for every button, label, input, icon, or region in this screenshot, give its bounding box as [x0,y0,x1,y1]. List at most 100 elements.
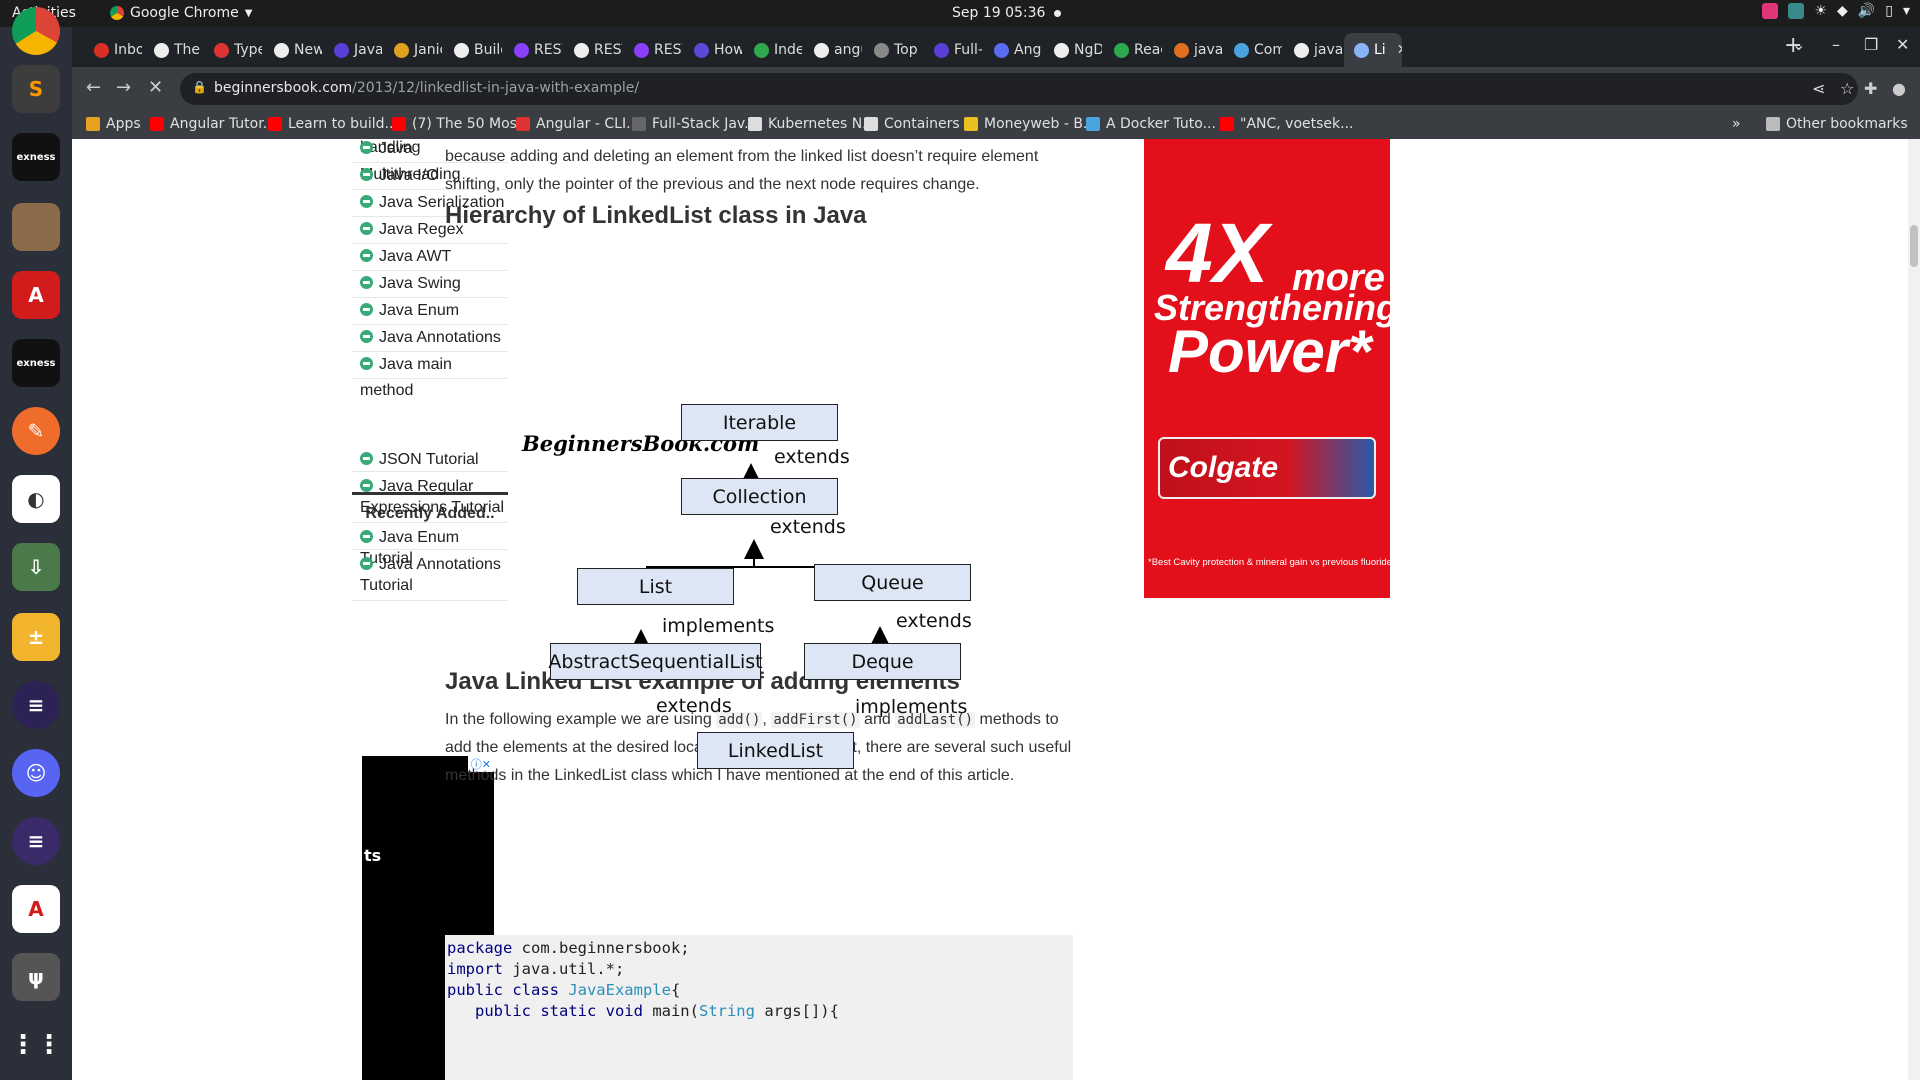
sidebar-link[interactable]: Java main method [352,352,508,399]
arrow-circle-icon [360,222,373,235]
browser-tab[interactable]: Reac [1104,33,1162,67]
discord-icon[interactable]: ☺ [12,749,60,797]
browser-tab[interactable]: Inde [744,33,802,67]
arrow-circle-icon [360,530,373,543]
bookmark-label: Angular - CLI... [536,116,640,132]
browser-tab[interactable]: The / [144,33,202,67]
arrow-circle-icon [360,195,373,208]
document-viewer-icon[interactable]: A [12,885,60,933]
browser-tab[interactable]: javas [1164,33,1222,67]
browser-tab[interactable]: Janic [384,33,442,67]
sidebar-link[interactable]: Java Swing [352,271,508,298]
chrome-dock-icon[interactable] [12,7,60,55]
downloader-icon[interactable]: ⇩ [12,543,60,591]
calculator-icon[interactable]: ± [12,613,60,661]
maximize-button[interactable]: ❐ [1864,35,1878,54]
bookmark-item[interactable]: Learn to build... [268,116,398,132]
application-dock: S exness A exness ✎ ◐ ⇩ ± ≡ ☺ ≡ A ψ ⋮⋮ [0,7,72,1080]
bookmark-item[interactable]: "ANC, voetsek... [1220,116,1353,132]
browser-tab[interactable]: Build [444,33,502,67]
browser-tab[interactable]: angu [804,33,862,67]
bookmark-item[interactable]: (7) The 50 Mos... [392,116,530,132]
scrollbar-thumb[interactable] [1910,225,1918,267]
toothpaste-image: Colgate [1158,437,1376,499]
browser-tab[interactable]: Inbo [84,33,142,67]
address-bar[interactable]: 🔒 beginnersbook.com/2013/12/linkedlist-i… [180,73,1858,105]
stop-loading-button[interactable]: ✕ [148,77,163,98]
browser-tab[interactable]: Ang [984,33,1042,67]
wifi-icon[interactable]: ◆ [1837,3,1848,19]
clock[interactable]: Sep 19 05:36 [952,5,1045,21]
book-icon[interactable] [12,203,60,251]
extensions-icon[interactable]: ✚ [1864,79,1877,98]
label-linkedlist-implements: implements [855,696,968,718]
colgate-ad[interactable]: 4X more Strengthening Power* Colgate *Be… [1144,139,1390,598]
usb-icon[interactable]: ψ [12,953,60,1001]
close-window-button[interactable]: ✕ [1896,35,1909,54]
minimize-button[interactable]: – [1832,35,1840,54]
browser-tab[interactable]: How [684,33,742,67]
code-block[interactable]: package com.beginnersbook; import java.u… [445,935,1073,1080]
exness-icon[interactable]: exness [12,133,60,181]
browser-tab[interactable]: NgD [1044,33,1102,67]
power-menu-icon[interactable]: ▾ [1903,3,1910,19]
tab-label: angu [834,42,862,58]
share-icon[interactable]: ⋖ [1812,79,1825,98]
sidebar-link[interactable]: Java Annotations [352,325,508,352]
bookmark-item[interactable]: A Docker Tuto... [1086,116,1216,132]
app-indicator-icon[interactable] [1762,3,1779,19]
beekeeper-icon[interactable]: ◐ [12,475,60,523]
bookmark-item[interactable]: Kubernetes N... [748,116,876,132]
tab-search-icon[interactable]: ⌄ [1792,35,1805,54]
recent-link[interactable]: Java Regular Expressions Tutorial [352,472,508,523]
bookmarks-overflow-icon[interactable]: » [1732,116,1741,132]
recent-link[interactable]: Java Annotations Tutorial [352,550,508,601]
browser-tab[interactable]: New [264,33,322,67]
system-tray[interactable]: ☀ ◆ 🔊 ▯ ▾ [1762,3,1910,19]
bookmark-item[interactable]: Angular - CLI... [516,116,639,132]
profile-avatar[interactable]: ● [1892,79,1906,98]
recent-link[interactable]: Java Enum Tutorial [352,523,508,567]
browser-tab[interactable]: Type [204,33,262,67]
show-apps-icon[interactable]: ⋮⋮ [10,1021,62,1069]
exness-terminal-icon[interactable]: exness [12,339,60,387]
browser-tab[interactable]: REST [504,33,562,67]
postman-icon[interactable]: ✎ [12,407,60,455]
volume-icon[interactable]: 🔊 [1858,3,1875,19]
back-button[interactable]: ← [86,77,101,98]
bookmark-label: Full-Stack Jav... [652,116,758,132]
other-bookmarks[interactable]: Other bookmarks [1766,116,1908,132]
page-scrollbar[interactable] [1908,139,1920,1080]
bookmark-star-icon[interactable]: ☆ [1840,79,1854,98]
sidebar-link-label: Java Enum [379,302,460,319]
browser-tab[interactable]: Top [864,33,922,67]
browser-tab[interactable]: Java [324,33,382,67]
bookmark-item[interactable]: Moneyweb - B... [964,116,1096,132]
browser-tab[interactable]: Li ✕ [1344,33,1402,67]
sidebar-link[interactable]: Java AWT [352,244,508,271]
sublime-text-icon[interactable]: S [12,65,60,113]
forward-button[interactable]: → [116,77,131,98]
screen-icon[interactable] [1788,3,1805,19]
browser-tab[interactable]: REST [624,33,682,67]
app-menu[interactable]: Google Chrome ▼ [110,5,252,21]
browser-tab[interactable]: Com [1224,33,1282,67]
browser-tab[interactable]: Full- [924,33,982,67]
browser-tab[interactable]: java [1284,33,1342,67]
tab-label: Type [234,42,262,58]
eclipse-icon[interactable]: ≡ [12,681,60,729]
bookmark-item[interactable]: Apps [86,116,141,132]
bookmark-item[interactable]: Containers [864,116,960,132]
bookmark-item[interactable]: Angular Tutor... [150,116,276,132]
recent-link[interactable]: JSON Tutorial [352,445,508,472]
browser-tab[interactable]: REST [564,33,622,67]
close-tab-icon[interactable]: ✕ [1397,42,1402,58]
brightness-icon[interactable]: ☀ [1814,3,1827,19]
sidebar-link[interactable]: Java Enum [352,298,508,325]
bookmark-favicon-icon [268,117,282,131]
eclipse-ide-icon[interactable]: ≡ [12,817,60,865]
lock-icon[interactable]: 🔒 [192,80,207,94]
pdf-reader-icon[interactable]: A [12,271,60,319]
bookmark-item[interactable]: Full-Stack Jav... [632,116,757,132]
battery-icon[interactable]: ▯ [1885,3,1893,19]
